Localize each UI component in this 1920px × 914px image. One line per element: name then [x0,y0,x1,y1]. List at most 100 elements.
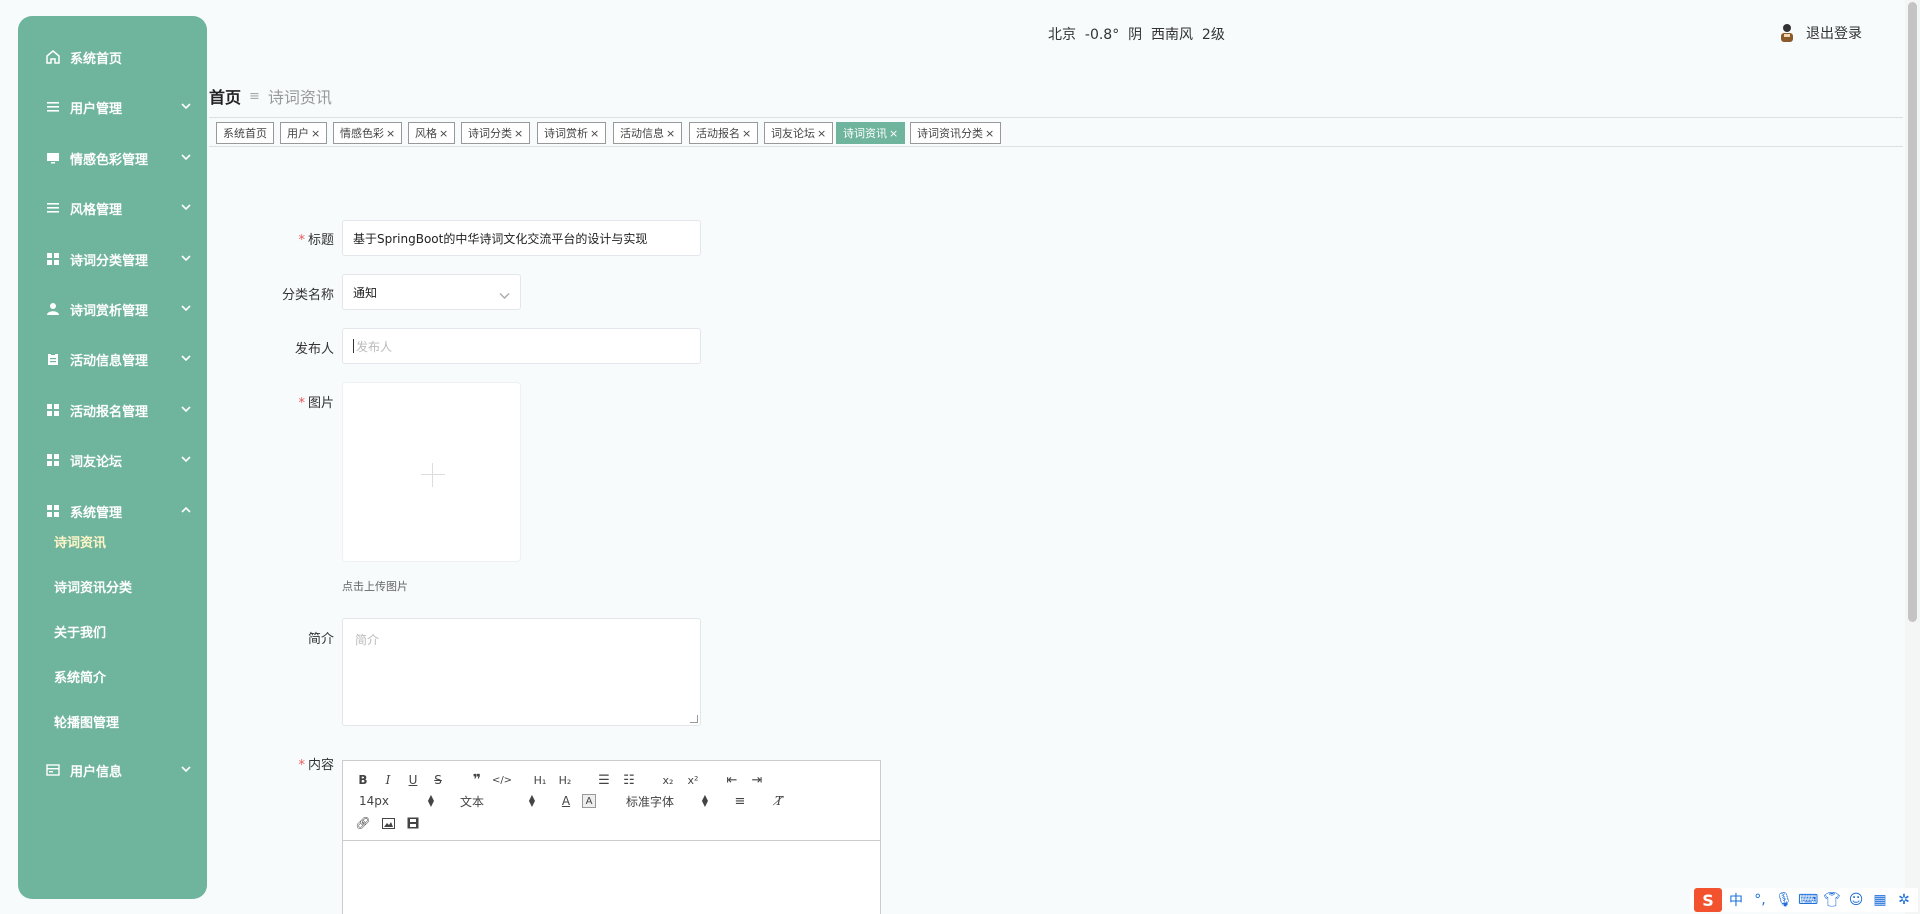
font-color-icon[interactable]: A [557,792,575,810]
publisher-input[interactable]: 发布人 [342,328,701,364]
sidebar-item-activity-signup-management[interactable]: 活动报名管理 [18,390,207,430]
sidebar-item-poem-category-management[interactable]: 诗词分类管理 [18,239,207,279]
video-icon[interactable] [404,814,422,832]
logout-button[interactable]: 退出登录 [1806,23,1862,43]
sidebar-item-style-management[interactable]: 风格管理 [18,188,207,228]
breadcrumb-home[interactable]: 首页 [209,84,241,108]
sidebar-item-home[interactable]: 系统首页 [18,37,207,77]
superscript-icon[interactable]: x² [684,771,702,789]
clipboard-icon [46,352,60,366]
tag-poem-appreciation[interactable]: 诗词赏析 × [537,122,607,144]
toolbox-icon[interactable]: ▦ [1870,892,1890,908]
avatar-icon [1776,22,1798,44]
sidebar-subitem-system-intro[interactable]: 系统简介 [54,661,106,691]
sort-arrows-icon: ▲ ▼ [427,793,434,808]
indent-icon[interactable]: ⇥ [748,771,766,789]
close-icon[interactable]: × [311,127,320,140]
image-icon[interactable] [379,814,397,832]
punctuation-icon[interactable]: °, [1750,892,1770,908]
sidebar-subitem-carousel-management[interactable]: 轮播图管理 [54,706,119,736]
skin-icon[interactable]: 👕︎ [1822,892,1842,908]
sidebar-item-activity-info-management[interactable]: 活动信息管理 [18,339,207,379]
grid-icon [46,252,60,266]
sidebar-subitem-poem-news-category[interactable]: 诗词资讯分类 [54,571,132,601]
page-scrollbar[interactable] [1905,0,1920,914]
scroll-thumb[interactable] [1908,2,1917,622]
tag-user[interactable]: 用户 × [280,122,328,144]
sidebar-item-forum[interactable]: 词友论坛 [18,440,207,480]
close-icon[interactable]: × [386,127,395,140]
card-icon [46,763,60,777]
robot-icon[interactable]: ☺ [1846,892,1866,908]
grid-icon [46,453,60,467]
close-icon[interactable]: × [590,127,599,140]
bullet-list-icon[interactable]: ☷ [620,771,638,789]
tag-label: 系统首页 [223,127,267,140]
close-icon[interactable]: × [817,127,826,140]
tag-emotion[interactable]: 情感色彩 × [333,122,403,144]
align-left-icon[interactable]: ≡ [731,792,749,810]
sidebar-item-poem-appreciation-management[interactable]: 诗词赏析管理 [18,289,207,329]
close-icon[interactable]: × [742,127,751,140]
chevron-down-icon [181,403,191,413]
outdent-icon[interactable]: ⇤ [723,771,741,789]
link-icon[interactable]: 🔗︎ [354,814,372,832]
sidebar-item-user-management[interactable]: 用户管理 [18,87,207,127]
subscript-icon[interactable]: x₂ [659,771,677,789]
sidebar-item-system-management[interactable]: 系统管理 [18,491,207,531]
close-icon[interactable]: × [514,127,523,140]
underline-icon[interactable]: U [404,771,422,789]
breadcrumb-current: 诗词资讯 [267,88,332,107]
keyboard-icon[interactable]: ⌨ [1798,892,1818,908]
code-block-icon[interactable]: </> [492,771,512,789]
close-icon[interactable]: × [666,127,675,140]
background-color-icon[interactable]: A [582,794,596,808]
category-select[interactable]: 通知 [342,274,521,310]
chevron-down-icon [181,352,191,362]
tag-activity-info[interactable]: 活动信息 × [613,122,683,144]
tag-label: 活动信息 [620,127,664,140]
tag-style[interactable]: 风格 × [408,122,456,144]
tag-label: 用户 [287,127,309,140]
font-family-select[interactable]: 标准字体 ▲ ▼ [626,792,708,810]
user-area: 退出登录 [1776,22,1862,44]
tag-poem-news-category[interactable]: 诗词资讯分类 × [910,122,1002,144]
required-mark: * [298,758,305,773]
publisher-placeholder: 发布人 [356,339,393,354]
sidebar-subitem-poem-news[interactable]: 诗词资讯 [54,526,106,556]
tag-activity-signup[interactable]: 活动报名 × [689,122,759,144]
microphone-icon[interactable]: 🎙︎ [1774,892,1794,908]
sidebar-item-label: 系统管理 [70,505,123,521]
ime-language-toggle[interactable]: 中 [1726,890,1746,910]
resize-handle[interactable] [690,715,698,723]
title-input[interactable]: 基于SpringBoot的中华诗词文化交流平台的设计与实现 [342,220,701,256]
close-icon[interactable]: × [439,127,448,140]
sidebar-item-emotion-management[interactable]: 情感色彩管理 [18,138,207,178]
tag-system-home[interactable]: 系统首页 [216,122,274,144]
tag-label: 词友论坛 [771,127,815,140]
blockquote-icon[interactable]: ❞ [468,771,486,789]
ordered-list-icon[interactable]: ☰ [595,771,613,789]
strikethrough-icon[interactable]: S [429,771,447,789]
close-icon[interactable]: × [985,127,994,140]
heading1-icon[interactable]: H₁ [531,771,549,789]
font-size-select[interactable]: 14px ▲ ▼ [359,792,434,810]
tag-poem-news[interactable]: 诗词资讯 × [836,122,906,144]
tag-poem-category[interactable]: 诗词分类 × [461,122,531,144]
text-type-select[interactable]: 文本 ▲ ▼ [460,792,535,810]
settings-icon[interactable]: ✲ [1894,892,1914,908]
sidebar-item-user-info[interactable]: 用户信息 [18,750,207,790]
clear-format-icon[interactable]: T̸ [770,792,788,810]
breadcrumb: 首页 ≡ 诗词资讯 [209,84,332,108]
heading2-icon[interactable]: H₂ [556,771,574,789]
sidebar-item-label: 活动报名管理 [70,404,149,420]
close-icon[interactable]: × [889,127,898,140]
italic-icon[interactable]: I [379,771,397,789]
image-uploader[interactable] [342,382,521,562]
bold-icon[interactable]: B [354,771,372,789]
tag-forum[interactable]: 词友论坛 × [764,122,834,144]
sidebar-subitem-about-us[interactable]: 关于我们 [54,616,106,646]
sidebar-item-label: 诗词分类管理 [70,253,149,269]
summary-textarea[interactable]: 简介 [342,618,701,726]
weather-info: 北京 -0.8° 阴 西南风 2级 [1048,27,1225,43]
